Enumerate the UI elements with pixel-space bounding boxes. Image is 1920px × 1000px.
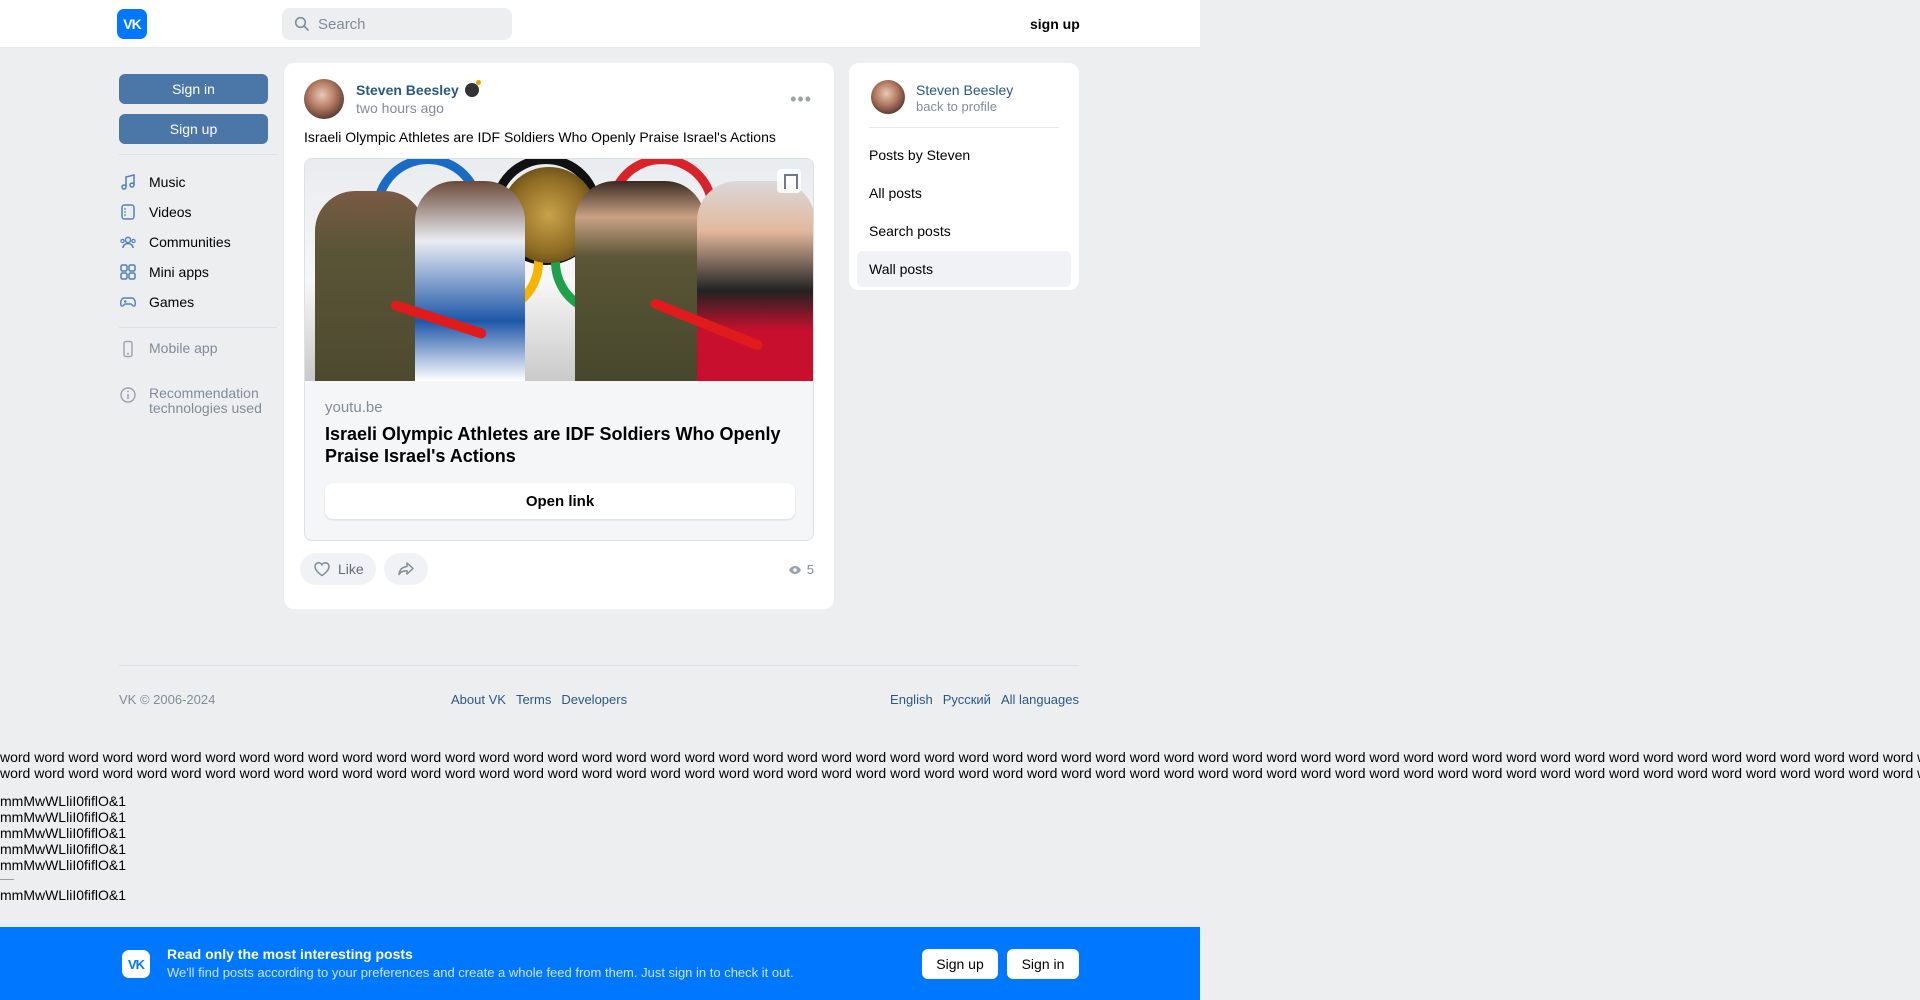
lang-english[interactable]: English (890, 692, 933, 707)
person-figure (697, 181, 813, 381)
sidebar-item-mini-apps[interactable]: Mini apps (119, 257, 277, 287)
search-box[interactable] (282, 8, 512, 40)
right-menu-panel: Steven Beesley back to profile Posts by … (849, 63, 1079, 290)
sign-in-button[interactable]: Sign in (119, 74, 268, 104)
video-icon (121, 204, 135, 220)
menu-all-posts[interactable]: All posts (857, 175, 1071, 211)
banner-text: We'll find posts according to your prefe… (167, 965, 794, 980)
vk-logo[interactable]: VK (117, 9, 147, 39)
footer-link-terms[interactable]: Terms (516, 692, 551, 707)
attachment-title[interactable]: Israeli Olympic Athletes are IDF Soldier… (325, 423, 785, 467)
sidebar-item-label: Videos (149, 204, 192, 220)
test-string-line: mmMwWLliI0fiflO&1 (0, 809, 127, 825)
header-signup-link[interactable]: sign up (1030, 16, 1080, 32)
sidebar-item-label: Mini apps (149, 264, 209, 280)
footer-link-developers[interactable]: Developers (561, 692, 627, 707)
wall-post: Steven Beesley two hours ago ••• Israeli… (284, 63, 834, 609)
sidebar-item-music[interactable]: Music (119, 167, 277, 197)
mobile-app-link[interactable]: Mobile app (119, 340, 277, 358)
test-string-line: mmMwWLliI0fiflO&1 (0, 887, 127, 903)
sidebar-item-label: Games (149, 294, 195, 310)
footer-languages: English Русский All languages (890, 692, 1079, 707)
person-figure (575, 181, 705, 381)
person-figure (315, 191, 425, 381)
search-input[interactable] (318, 15, 498, 33)
recommendation-info-link[interactable]: Recommendation technologies used (119, 386, 277, 416)
sidebar-divider (119, 154, 277, 155)
share-icon (397, 562, 414, 576)
vk-logo: VK (122, 950, 150, 978)
sidebar-item-videos[interactable]: Videos (119, 197, 277, 227)
footer-link-about[interactable]: About VK (451, 692, 506, 707)
back-to-profile[interactable]: back to profile (916, 99, 997, 114)
footer-links: About VK Terms Developers (451, 692, 627, 707)
link-attachment[interactable]: youtu.be Israeli Olympic Athletes are ID… (304, 158, 814, 541)
divider-dash: — (0, 870, 14, 886)
post-time[interactable]: two hours ago (356, 100, 444, 116)
avatar[interactable] (304, 79, 344, 119)
search-icon (294, 16, 309, 31)
filler-test-strings: mmMwWLliI0fiflO&1 mmMwWLliI0fiflO&1 mmMw… (0, 793, 126, 903)
footer-divider (119, 665, 1079, 666)
sidebar-item-label: Music (149, 174, 186, 190)
sidebar-item-label: Communities (149, 234, 231, 250)
lang-all[interactable]: All languages (1001, 692, 1079, 707)
phone-icon (123, 340, 133, 358)
test-string-line: mmMwWLliI0fiflO&1 (0, 841, 127, 857)
info-icon (120, 387, 136, 403)
banner-sign-up-button[interactable]: Sign up (922, 949, 998, 979)
menu-wall-posts[interactable]: Wall posts (857, 251, 1071, 287)
post-actions: Like (300, 553, 428, 585)
copyright: VK © 2006-2024 (119, 692, 216, 707)
eye-icon (788, 565, 801, 574)
lang-russian[interactable]: Русский (943, 692, 991, 707)
sign-up-button[interactable]: Sign up (119, 114, 268, 144)
mini-apps-icon (120, 264, 136, 280)
music-icon (121, 174, 135, 190)
posts-menu: Posts by Steven All posts Search posts W… (857, 137, 1071, 289)
menu-search-posts[interactable]: Search posts (857, 213, 1071, 249)
left-sidebar: Sign in Sign up Music Videos Communities… (119, 74, 277, 416)
menu-posts-by-steven[interactable]: Posts by Steven (857, 137, 1071, 173)
views-counter: 5 (788, 562, 814, 577)
top-header: VK sign up (0, 0, 1200, 48)
gamepad-icon (119, 297, 137, 307)
banner-title: Read only the most interesting posts (167, 946, 413, 962)
filler-words: word word word word word word word word … (0, 749, 1920, 781)
recommendation-label: Recommendation technologies used (149, 385, 262, 416)
bomb-icon (464, 80, 481, 97)
video-thumbnail[interactable] (305, 159, 813, 381)
test-string-line: mmMwWLliI0fiflO&1 (0, 793, 127, 809)
person-figure (415, 181, 525, 381)
like-label: Like (338, 561, 364, 577)
avatar[interactable] (871, 80, 905, 114)
signup-banner: VK Read only the most interesting posts … (0, 927, 1200, 1000)
sidebar-divider (119, 327, 277, 328)
test-string-line: mmMwWLliI0fiflO&1 (0, 857, 127, 873)
attachment-domain: youtu.be (325, 399, 383, 416)
sidebar-item-games[interactable]: Games (119, 287, 277, 317)
post-text: Israeli Olympic Athletes are IDF Soldier… (304, 129, 776, 145)
heart-icon (314, 562, 330, 577)
banner-sign-in-button[interactable]: Sign in (1007, 949, 1079, 979)
share-button[interactable] (383, 553, 428, 585)
post-author-name[interactable]: Steven Beesley (356, 82, 459, 98)
profile-name[interactable]: Steven Beesley (916, 82, 1013, 98)
like-button[interactable]: Like (300, 553, 376, 585)
mobile-app-label: Mobile app (149, 340, 218, 356)
filler-line: word word word word word word word word … (0, 749, 1920, 765)
sidebar-item-communities[interactable]: Communities (119, 227, 277, 257)
bookmark-icon[interactable] (777, 169, 801, 193)
test-string-line: mmMwWLliI0fiflO&1 (0, 825, 127, 841)
filler-line: word word word word word word word word … (0, 765, 1920, 781)
post-author[interactable]: Steven Beesley (356, 80, 481, 98)
menu-divider (869, 127, 1059, 128)
more-options-icon[interactable]: ••• (790, 89, 812, 110)
views-count: 5 (806, 562, 814, 577)
communities-icon (120, 236, 136, 249)
open-link-button[interactable]: Open link (325, 483, 795, 519)
